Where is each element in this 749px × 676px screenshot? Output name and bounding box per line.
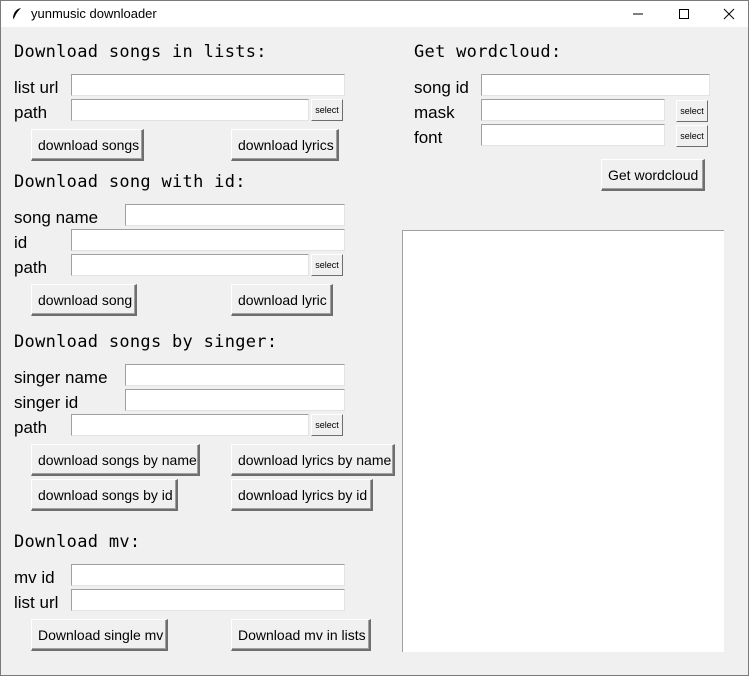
lists-path-label: path [14,103,48,122]
singer-section-title: Download songs by singer: [14,332,278,352]
wordcloud-mask-label: mask [414,103,455,122]
wordcloud-font-select-button[interactable]: select [676,125,708,147]
wordcloud-font-input[interactable] [481,124,665,146]
download-lyrics-by-name-button[interactable]: download lyrics by name [231,444,395,476]
title-bar[interactable]: yunmusic downloader [1,1,748,27]
maximize-icon [679,9,689,19]
lists-section-title: Download songs in lists: [14,42,267,62]
song-name-label: song name [14,208,99,227]
singer-id-label: singer id [14,393,79,412]
download-single-mv-button[interactable]: Download single mv [31,619,168,651]
song-id-label: id [14,233,28,252]
wordcloud-song-id-label: song id [414,78,469,97]
feather-icon [12,8,21,21]
maximize-button[interactable] [661,1,707,27]
window-title: yunmusic downloader [31,6,157,21]
wordcloud-canvas [402,230,724,652]
download-lyrics-by-id-button[interactable]: download lyrics by id [231,479,373,511]
download-lyrics-button[interactable]: download lyrics [231,129,339,161]
lists-path-select-button[interactable]: select [311,99,343,121]
download-songs-by-id-button[interactable]: download songs by id [31,479,178,511]
get-wordcloud-button[interactable]: Get wordcloud [601,159,705,191]
download-songs-by-name-button[interactable]: download songs by name [31,444,200,476]
singer-path-select-button[interactable]: select [311,414,343,436]
mv-section-title: Download mv: [14,532,141,552]
wordcloud-song-id-input[interactable] [481,74,710,96]
minimize-button[interactable] [615,1,661,27]
close-icon [723,8,735,20]
singer-name-input[interactable] [125,364,345,386]
song-path-select-button[interactable]: select [311,254,343,276]
song-path-label: path [14,258,48,277]
wordcloud-font-label: font [414,128,443,147]
mv-id-input[interactable] [71,564,345,586]
wordcloud-mask-input[interactable] [481,99,665,121]
singer-id-input[interactable] [125,389,345,411]
mv-id-label: mv id [14,568,55,587]
lists-list-url-label: list url [14,78,59,97]
song-path-input[interactable] [71,254,309,276]
minimize-icon [633,13,643,15]
singer-name-label: singer name [14,368,108,387]
song-name-input[interactable] [125,204,345,226]
download-mv-in-lists-button[interactable]: Download mv in lists [231,619,371,651]
download-lyric-button[interactable]: download lyric [231,284,333,316]
lists-path-input[interactable] [71,99,309,121]
download-song-button[interactable]: download song [31,284,137,316]
close-button[interactable] [706,1,749,27]
mv-list-url-input[interactable] [71,589,345,611]
wordcloud-section-title: Get wordcloud: [414,42,562,62]
wordcloud-mask-select-button[interactable]: select [676,100,708,122]
download-songs-button[interactable]: download songs [31,129,144,161]
song-id-input[interactable] [71,229,345,251]
singer-path-input[interactable] [71,414,309,436]
song-id-section-title: Download song with id: [14,172,246,192]
lists-list-url-input[interactable] [71,74,345,96]
singer-path-label: path [14,418,48,437]
mv-list-url-label: list url [14,593,59,612]
